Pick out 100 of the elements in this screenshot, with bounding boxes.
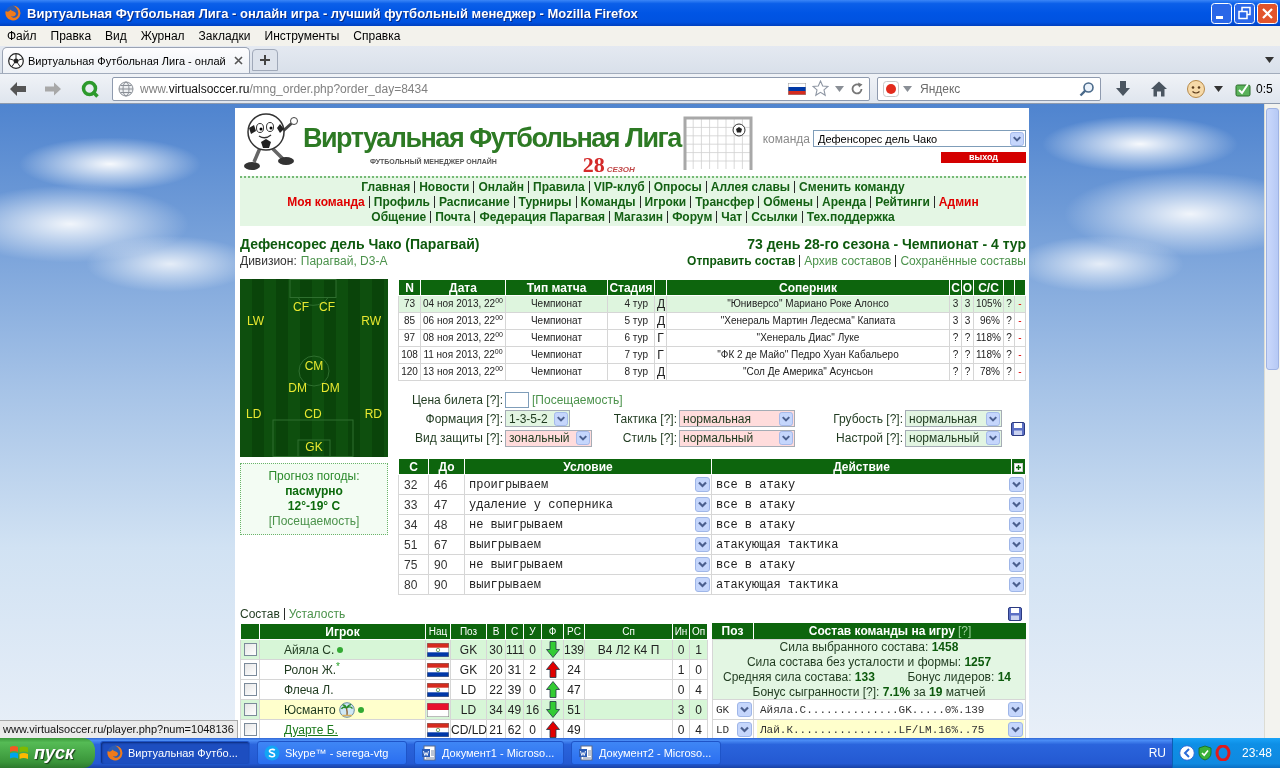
- team-dropdown[interactable]: Дефенсорес дель Чако: [813, 130, 1026, 147]
- settings-dropdown[interactable]: зональный: [505, 429, 592, 447]
- close-icon[interactable]: [234, 56, 243, 65]
- settings-dropdown[interactable]: нормальная: [905, 410, 1002, 427]
- nav-link[interactable]: Профиль: [373, 195, 430, 209]
- menu-item[interactable]: Инструменты: [257, 29, 347, 43]
- action-dropdown[interactable]: все в атаку: [712, 475, 1025, 494]
- magnifier-icon[interactable]: [80, 78, 100, 99]
- taskbar-button[interactable]: Skype™ - serega-vtg: [257, 741, 407, 765]
- player-dropdown[interactable]: Айяла.С..............GK.....0%.139: [757, 700, 1024, 719]
- nav-link[interactable]: Главная: [361, 180, 411, 194]
- page-link[interactable]: Архив составов: [804, 253, 892, 269]
- page-link[interactable]: Сохранённые составы: [900, 253, 1026, 269]
- player-row[interactable]: Юсманто LD 34 49 16 51 3 0: [240, 699, 708, 720]
- position-label[interactable]: DM: [321, 381, 340, 395]
- condition-dropdown[interactable]: не выигрываем: [465, 515, 711, 534]
- arrow-circle-icon[interactable]: [1179, 745, 1195, 761]
- save-icon[interactable]: [1008, 606, 1022, 621]
- position-label[interactable]: RD: [364, 407, 382, 421]
- menu-item[interactable]: Файл: [0, 29, 44, 43]
- position-label[interactable]: CF: [319, 300, 335, 314]
- nav-link[interactable]: Сменить команду: [799, 180, 905, 194]
- nav-link[interactable]: Магазин: [613, 210, 664, 224]
- division-link[interactable]: Парагвай, D3-A: [300, 253, 388, 269]
- lineup-tab[interactable]: Состав: [240, 606, 280, 621]
- search-icon[interactable]: [1079, 80, 1095, 97]
- nav-link[interactable]: Правила: [533, 180, 585, 194]
- nav-link[interactable]: VIP-клуб: [593, 180, 645, 194]
- plus-icon[interactable]: [1014, 462, 1023, 472]
- nav-link[interactable]: Команды: [580, 195, 636, 209]
- nav-link[interactable]: Админ: [938, 195, 979, 209]
- nav-link[interactable]: Новости: [419, 180, 470, 194]
- position-label[interactable]: CD: [304, 407, 322, 421]
- menu-item[interactable]: Журнал: [133, 29, 192, 43]
- nav-link[interactable]: Форум: [672, 210, 713, 224]
- position-label[interactable]: LW: [247, 314, 265, 328]
- nav-link[interactable]: Рейтинги: [875, 195, 930, 209]
- position-dropdown[interactable]: GK: [713, 700, 754, 719]
- settings-dropdown[interactable]: нормальный: [905, 429, 1002, 447]
- taskbar-button[interactable]: Виртуальная Футбо...: [100, 741, 250, 765]
- match-row[interactable]: 85 06 ноя 2013, 22$^{00}$ Чемпионат 5 тур Д "Хенераль Мартин Ледесма" Капиата 3 3 96% ? -: [398, 312, 1026, 330]
- player-row[interactable]: Флеча Л. LD 22 39 0 47 0 4: [240, 679, 708, 700]
- nav-link[interactable]: Игроки: [644, 195, 687, 209]
- nav-link[interactable]: Аллея славы: [710, 180, 791, 194]
- nav-link[interactable]: Обмены: [763, 195, 813, 209]
- condition-dropdown[interactable]: выигрываем: [465, 575, 711, 594]
- address-field[interactable]: www.virtualsoccer.ru/mng_order.php?order_day=8434: [112, 76, 870, 101]
- checkbox[interactable]: [243, 643, 257, 656]
- save-icon[interactable]: [1011, 421, 1025, 436]
- menu-item[interactable]: Вид: [98, 29, 134, 43]
- player-row[interactable]: Ролон Ж.$^{*}$ GK 20 31 2 24 1 0: [240, 659, 708, 680]
- scrollbar[interactable]: [1264, 104, 1280, 738]
- taskbar-button[interactable]: Документ2 - Microso...: [571, 741, 721, 765]
- condition-dropdown[interactable]: выигрываем: [465, 535, 711, 554]
- nav-link[interactable]: Ссылки: [751, 210, 798, 224]
- action-dropdown[interactable]: все в атаку: [712, 515, 1025, 534]
- close-button[interactable]: [1257, 2, 1278, 24]
- nav-link[interactable]: Опросы: [653, 180, 702, 194]
- action-dropdown[interactable]: все в атаку: [712, 555, 1025, 574]
- circle-badge-icon[interactable]: [883, 80, 899, 97]
- browser-tab[interactable]: Виртуальная Футбольная Лига - онлай: [2, 47, 250, 73]
- logout-button[interactable]: выход: [941, 152, 1026, 163]
- new-tab-button[interactable]: [252, 49, 278, 71]
- player-name[interactable]: Ролон Ж.$^{*}$: [284, 662, 340, 677]
- settings-dropdown[interactable]: нормальный: [679, 429, 795, 447]
- player-name[interactable]: Дуарте Б.: [284, 722, 338, 737]
- ticket-price-field[interactable]: [505, 391, 529, 408]
- restore-button[interactable]: [1234, 2, 1255, 24]
- player-name[interactable]: Айяла С.: [284, 642, 335, 657]
- condition-dropdown[interactable]: удаление у соперника: [465, 495, 711, 514]
- home-icon[interactable]: [1150, 79, 1168, 98]
- action-dropdown[interactable]: атакующая тактика: [712, 535, 1025, 554]
- language-indicator[interactable]: RU: [1148, 746, 1166, 760]
- action-dropdown[interactable]: атакующая тактика: [712, 575, 1025, 594]
- nav-link[interactable]: Общение: [371, 210, 427, 224]
- match-row[interactable]: 120 13 ноя 2013, 22$^{00}$ Чемпионат 8 тур Д "Сол Де Америка" Асунсьон ? ? 78% ? -: [398, 363, 1026, 381]
- checkbox[interactable]: [243, 703, 257, 716]
- match-row[interactable]: 108 11 ноя 2013, 22$^{00}$ Чемпионат 7 тур Г "ФК 2 де Майо" Педро Хуан Кабальеро ? ? 118% ? -: [398, 346, 1026, 364]
- download-icon[interactable]: [1114, 79, 1132, 98]
- condition-dropdown[interactable]: не выигрываем: [465, 555, 711, 574]
- player-name[interactable]: Флеча Л.: [284, 682, 334, 697]
- position-label[interactable]: DM: [288, 381, 307, 395]
- condition-dropdown[interactable]: проигрываем: [465, 475, 711, 494]
- nav-link[interactable]: Расписание: [438, 195, 510, 209]
- attendance-link[interactable]: [Посещаемость]: [532, 392, 623, 407]
- checkbox[interactable]: [243, 723, 257, 736]
- nav-link[interactable]: Тех.поддержка: [806, 210, 895, 224]
- player-row[interactable]: Айяла С. GK 30 111 0 139 В4 Л2 К4 П 0 1: [240, 639, 708, 660]
- reload-icon[interactable]: [850, 81, 864, 96]
- player-name[interactable]: Юсманто: [284, 702, 336, 717]
- page-link[interactable]: Отправить состав: [687, 253, 796, 269]
- nav-link[interactable]: Онлайн: [478, 180, 524, 194]
- help-link[interactable]: [?]: [957, 623, 972, 639]
- position-label[interactable]: CF: [293, 300, 309, 314]
- match-row[interactable]: 97 08 ноя 2013, 22$^{00}$ Чемпионат 6 тур Г "Хенераль Диас" Луке ? ? 118% ? -: [398, 329, 1026, 347]
- menu-item[interactable]: Закладки: [191, 29, 258, 43]
- nav-link[interactable]: Почта: [435, 210, 471, 224]
- star-icon[interactable]: [812, 80, 829, 97]
- position-label[interactable]: LD: [246, 407, 262, 421]
- attendance-link[interactable]: [Посещаемость]: [268, 514, 360, 529]
